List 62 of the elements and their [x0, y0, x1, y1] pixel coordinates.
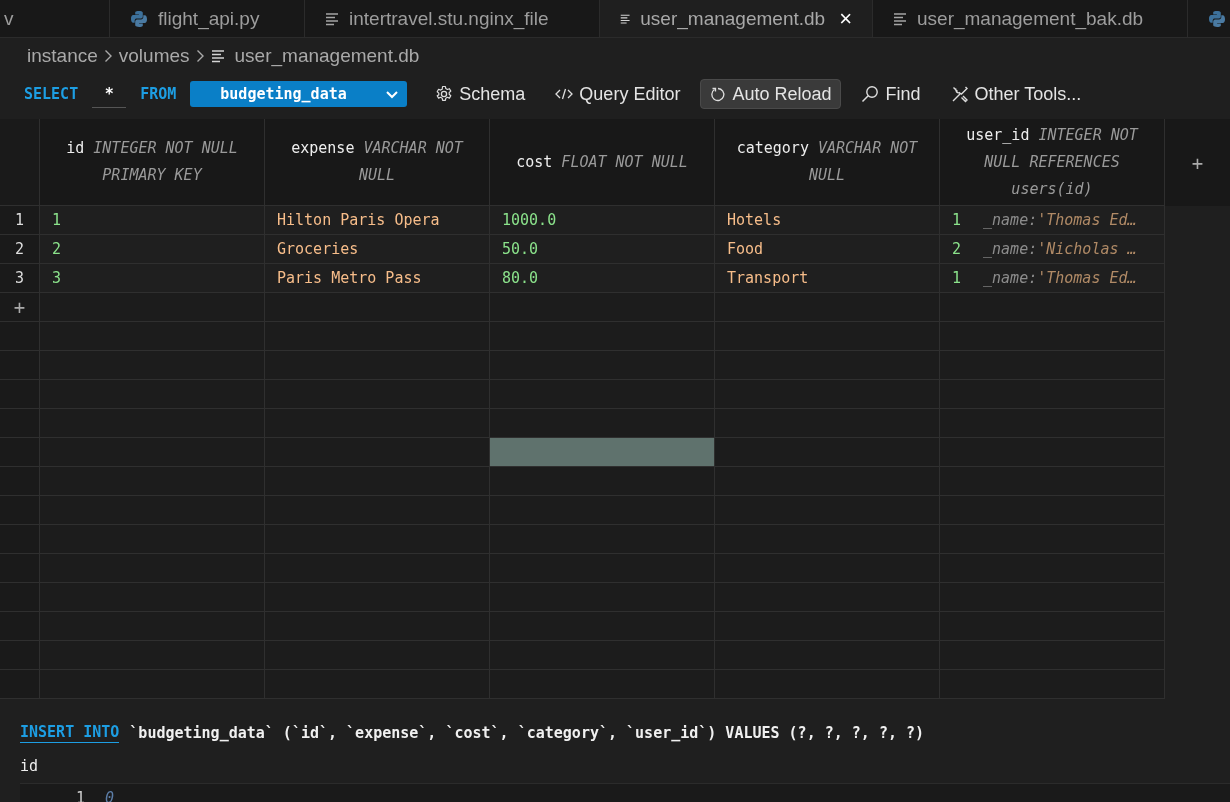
- code-icon: [555, 87, 574, 101]
- table-cell[interactable]: Paris Metro Pass: [265, 264, 490, 293]
- breadcrumb-item[interactable]: instance: [27, 45, 98, 67]
- tools-icon: [950, 85, 969, 103]
- row-number: 1: [0, 206, 40, 235]
- field-label: id: [19, 756, 40, 775]
- table-cell[interactable]: 50.0: [490, 235, 715, 264]
- column-header[interactable]: cost FLOAT NOT NULL: [490, 119, 715, 206]
- cell-value: 2: [952, 240, 962, 258]
- column-header[interactable]: category VARCHAR NOT NULL: [715, 119, 940, 206]
- reference-value: 'Thomas Ed…: [1037, 211, 1137, 229]
- sql-keyword: SELECT: [24, 85, 79, 103]
- table-dropdown[interactable]: budgeting_data: [190, 81, 408, 107]
- close-icon[interactable]: ×: [839, 5, 852, 32]
- chevron-down-icon: [385, 89, 400, 99]
- column-header[interactable]: id INTEGER NOT NULL PRIMARY KEY: [40, 119, 265, 206]
- reference-label: _name:: [983, 269, 1038, 287]
- breadcrumb-item[interactable]: volumes: [118, 45, 190, 67]
- reload-icon: [710, 86, 727, 102]
- lines-icon: [325, 12, 339, 26]
- chevron-right-icon: [195, 49, 205, 63]
- add-column-button[interactable]: +: [1165, 119, 1230, 206]
- table-cell[interactable]: Hilton Paris Opera: [265, 206, 490, 235]
- table-cell[interactable]: Food: [715, 235, 940, 264]
- table-cell[interactable]: Transport: [715, 264, 940, 293]
- toggle-button[interactable]: Auto Reload: [700, 79, 842, 109]
- table-cell[interactable]: 2: [40, 235, 265, 264]
- toolbar-button[interactable]: Query Editor: [545, 79, 691, 109]
- sql-keyword: FROM: [140, 85, 177, 103]
- reference-value: 'Nicholas …: [1037, 240, 1137, 258]
- table-cell[interactable]: 1000.0: [490, 206, 715, 235]
- reference-label: _name:: [983, 211, 1038, 229]
- table-cell[interactable]: 80.0: [490, 264, 715, 293]
- table-cell[interactable]: 1: [40, 206, 265, 235]
- table-cell[interactable]: Hotels: [715, 206, 940, 235]
- reference-value: 'Thomas Ed…: [1037, 269, 1137, 287]
- cell-value: 1: [952, 269, 962, 287]
- editor-tab[interactable]: user_management.db ×: [600, 0, 873, 37]
- lines-icon: [210, 49, 225, 63]
- toolbar-button[interactable]: Schema: [425, 79, 536, 109]
- python-icon: [130, 10, 148, 28]
- sql-statement: `budgeting_data` (`id`, `expense`, `cost`, `category`, `user_id`) VALUES (?, ?, ?, ?, ?): [129, 724, 925, 742]
- table-cell[interactable]: 3: [40, 264, 265, 293]
- python-icon: [1208, 10, 1226, 28]
- column-header[interactable]: user_id INTEGER NOT NULL REFERENCES users(id): [940, 119, 1165, 206]
- column-header[interactable]: expense VARCHAR NOT NULL: [265, 119, 490, 206]
- selected-cell[interactable]: [490, 438, 715, 467]
- gear-icon: [435, 85, 454, 103]
- toolbar-button[interactable]: Find: [851, 79, 931, 109]
- table-cell[interactable]: Groceries: [265, 235, 490, 264]
- lines-icon: [893, 12, 907, 26]
- breadcrumb-item[interactable]: user_management.db: [234, 45, 420, 67]
- reference-label: _name:: [983, 240, 1038, 258]
- search-icon: [861, 85, 880, 103]
- cell-value: 1: [952, 211, 962, 229]
- add-row-button[interactable]: +: [0, 293, 40, 322]
- insert-tab[interactable]: INSERT INTO: [20, 723, 120, 743]
- row-number: 2: [0, 235, 40, 264]
- toolbar-button[interactable]: Other Tools...: [940, 79, 1092, 109]
- row-number: 3: [0, 264, 40, 293]
- chevron-right-icon: [103, 49, 113, 63]
- columns-field[interactable]: *: [92, 80, 127, 108]
